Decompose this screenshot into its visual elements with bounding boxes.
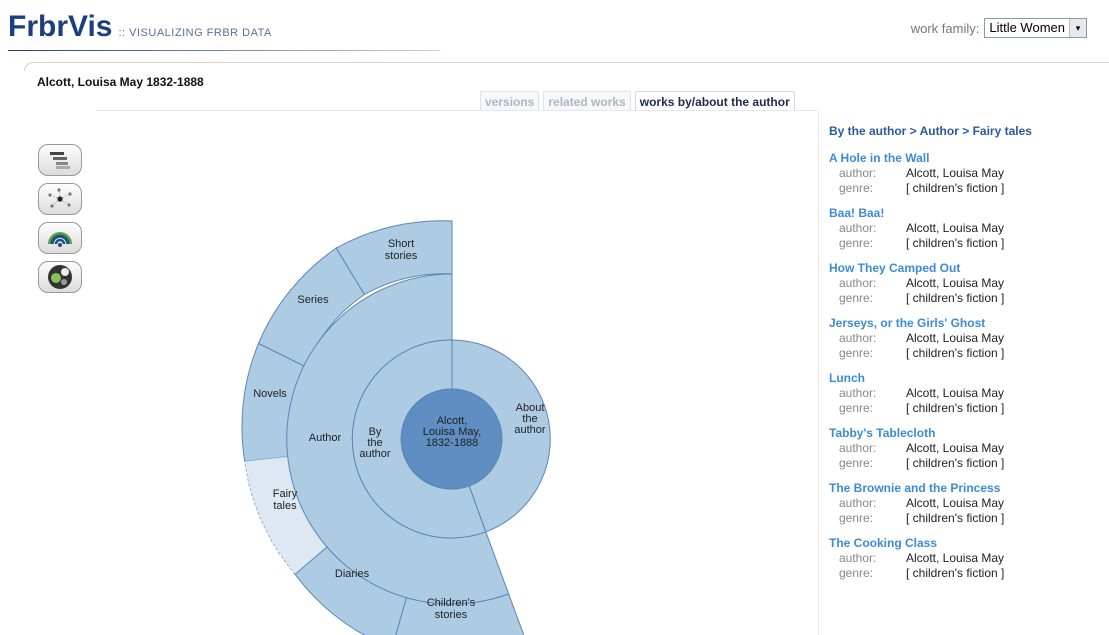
work-family-label: work family: [910,20,980,36]
genre-key: genre: [839,566,874,580]
genre-key: genre: [839,346,874,360]
work-family-value: Little Women [989,20,1065,35]
author-value: Alcott, Louisa May [906,496,1005,510]
breadcrumb: By the author > Author > Fairy tales [829,124,1032,138]
label-series: Series [297,294,329,306]
author-value: Alcott, Louisa May [906,441,1005,455]
list-item: A Hole in the Wall author: Alcott, Louisa… [829,151,1099,196]
genre-value: [ children's fiction ] [906,511,1005,525]
work-title-link[interactable]: Tabby's Tablecloth [829,426,1099,441]
genre-key: genre: [839,456,874,470]
genre-key: genre: [839,401,874,415]
author-key: author: [839,276,877,290]
author-value: Alcott, Louisa May [906,221,1005,235]
genre-key: genre: [839,181,874,195]
label-short-stories: Short stories [385,238,418,262]
list-item: Jerseys, or the Girls' Ghost author: Alco… [829,316,1099,361]
label-fairy-tales: Fairy tales [273,488,298,512]
work-title-link[interactable]: The Brownie and the Princess [829,481,1099,496]
author-key: author: [839,441,877,455]
work-title-link[interactable]: How They Camped Out [829,261,1099,276]
label-novels: Novels [253,388,287,400]
author-value: Alcott, Louisa May [906,276,1005,290]
work-title-link[interactable]: Baa! Baa! [829,206,1099,221]
label-author: Author [309,432,342,444]
list-item: The Cooking Class author: Alcott, Louisa … [829,536,1099,581]
list-item: Baa! Baa! author: Alcott, Louisa May genr… [829,206,1099,251]
genre-value: [ children's fiction ] [906,346,1005,360]
genre-value: [ children's fiction ] [906,401,1005,415]
work-family-select[interactable]: Little Women ▾ [984,18,1087,38]
label-diaries: Diaries [335,568,370,580]
author-key: author: [839,551,877,565]
genre-value: [ children's fiction ] [906,291,1005,305]
author-value: Alcott, Louisa May [906,166,1005,180]
works-panel: By the author > Author > Fairy tales A H… [829,124,1099,591]
author-key: author: [839,386,877,400]
work-title-link[interactable]: Lunch [829,371,1099,386]
list-item: The Brownie and the Princess author: Alco… [829,481,1099,526]
genre-value: [ children's fiction ] [906,236,1005,250]
author-key: author: [839,331,877,345]
sunburst-chart: Short stories Series Novels Fairy tales Di… [241,220,551,635]
genre-key: genre: [839,291,874,305]
genre-value: [ children's fiction ] [906,181,1005,195]
work-title-link[interactable]: A Hole in the Wall [829,151,1099,166]
author-key: author: [839,166,877,180]
work-title-link[interactable]: Jerseys, or the Girls' Ghost [829,316,1099,331]
author-key: author: [839,221,877,235]
author-value: Alcott, Louisa May [906,551,1005,565]
chevron-down-icon[interactable]: ▾ [1069,19,1086,37]
genre-key: genre: [839,511,874,525]
author-value: Alcott, Louisa May [906,386,1005,400]
author-key: author: [839,496,877,510]
list-item: How They Camped Out author: Alcott, Louis… [829,261,1099,306]
work-family-selector: work family: Little Women ▾ [911,18,1087,38]
list-item: Lunch author: Alcott, Louisa May genre: [ … [829,371,1099,416]
genre-value: [ children's fiction ] [906,456,1005,470]
genre-value: [ children's fiction ] [906,566,1005,580]
list-item: Tabby's Tablecloth author: Alcott, Louisa… [829,426,1099,471]
work-title-link[interactable]: The Cooking Class [829,536,1099,551]
author-value: Alcott, Louisa May [906,331,1005,345]
genre-key: genre: [839,236,874,250]
